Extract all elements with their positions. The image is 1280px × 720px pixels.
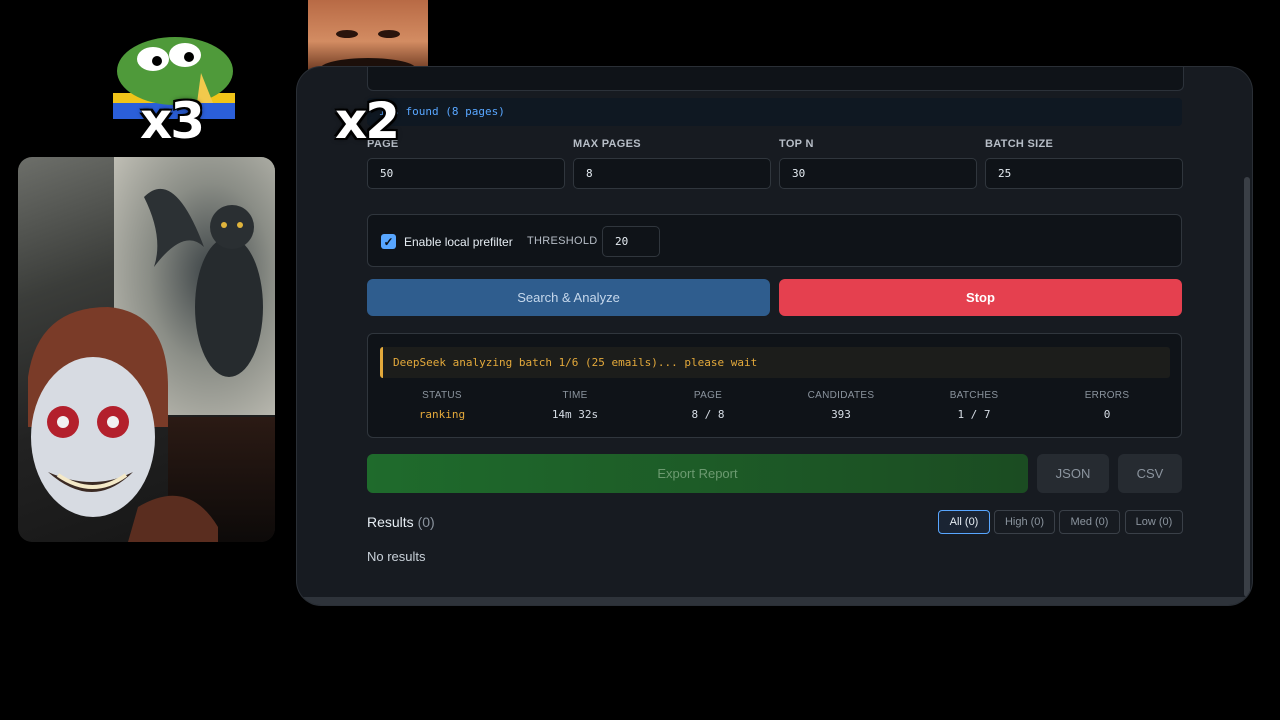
check-icon: ✓ [383, 234, 394, 249]
query-input[interactable] [367, 67, 1184, 91]
stat-label: STATUS [422, 390, 462, 401]
email-analyzer-window: ils found (8 pages) PAGE 50 MAX PAGES 8 … [297, 67, 1252, 605]
fetch-log-line: ils found (8 pages) [367, 98, 1182, 126]
batch-size-label: BATCH SIZE [985, 138, 1054, 150]
stat-value: ranking [418, 408, 466, 421]
stat-value: 0 [1103, 408, 1111, 421]
stat-batches: BATCHES 1 / 7 [908, 390, 1040, 421]
export-csv-button[interactable]: CSV [1118, 454, 1182, 493]
webcam-feed [18, 157, 275, 542]
filter-high-button[interactable]: High (0) [994, 510, 1055, 534]
threshold-label: THRESHOLD [527, 235, 598, 247]
emote-multiplier-left: x3 [140, 92, 205, 150]
stat-label: PAGE [693, 390, 723, 401]
filter-med-button[interactable]: Med (0) [1059, 510, 1120, 534]
stat-label: TIME [562, 390, 588, 401]
stat-value: 8 / 8 [691, 408, 725, 421]
threshold-input[interactable]: 20 [602, 226, 660, 257]
filter-low-button[interactable]: Low (0) [1125, 510, 1183, 534]
results-title: Results [367, 514, 414, 530]
top-n-input[interactable]: 30 [779, 158, 977, 189]
page-input[interactable]: 50 [367, 158, 565, 189]
stat-candidates: CANDIDATES 393 [775, 390, 907, 421]
stat-page: PAGE 8 / 8 [642, 390, 774, 421]
status-panel: DeepSeek analyzing batch 1/6 (25 emails)… [367, 333, 1182, 438]
progress-message: DeepSeek analyzing batch 1/6 (25 emails)… [380, 347, 1170, 378]
prefilter-label: Enable local prefilter [404, 235, 513, 249]
stat-label: ERRORS [1084, 390, 1130, 401]
stat-value: 14m 32s [551, 408, 599, 421]
top-n-label: TOP N [779, 138, 814, 150]
stat-label: BATCHES [949, 390, 999, 401]
stat-status: STATUS ranking [376, 390, 508, 421]
batch-size-input[interactable]: 25 [985, 158, 1183, 189]
results-count: (0) [417, 514, 435, 530]
stat-value: 393 [831, 408, 851, 421]
results-heading: Results (0) [367, 514, 435, 530]
stop-button[interactable]: Stop [779, 279, 1182, 316]
prefilter-panel: ✓ Enable local prefilter THRESHOLD 20 [367, 214, 1182, 267]
empty-results-text: No results [367, 549, 426, 564]
window-scrollbar[interactable] [1244, 177, 1250, 597]
export-report-button[interactable]: Export Report [367, 454, 1028, 493]
streamer-masked [18, 307, 218, 542]
emote-multiplier-right: x2 [335, 92, 400, 150]
export-json-button[interactable]: JSON [1037, 454, 1109, 493]
filter-all-button[interactable]: All (0) [938, 510, 990, 534]
stat-time: TIME 14m 32s [509, 390, 641, 421]
stat-value: 1 / 7 [957, 408, 991, 421]
max-pages-input[interactable]: 8 [573, 158, 771, 189]
search-analyze-button[interactable]: Search & Analyze [367, 279, 770, 316]
stat-label: CANDIDATES [807, 390, 875, 401]
prefilter-checkbox[interactable]: ✓ [381, 234, 396, 249]
stat-errors: ERRORS 0 [1041, 390, 1173, 421]
max-pages-label: MAX PAGES [573, 138, 641, 150]
